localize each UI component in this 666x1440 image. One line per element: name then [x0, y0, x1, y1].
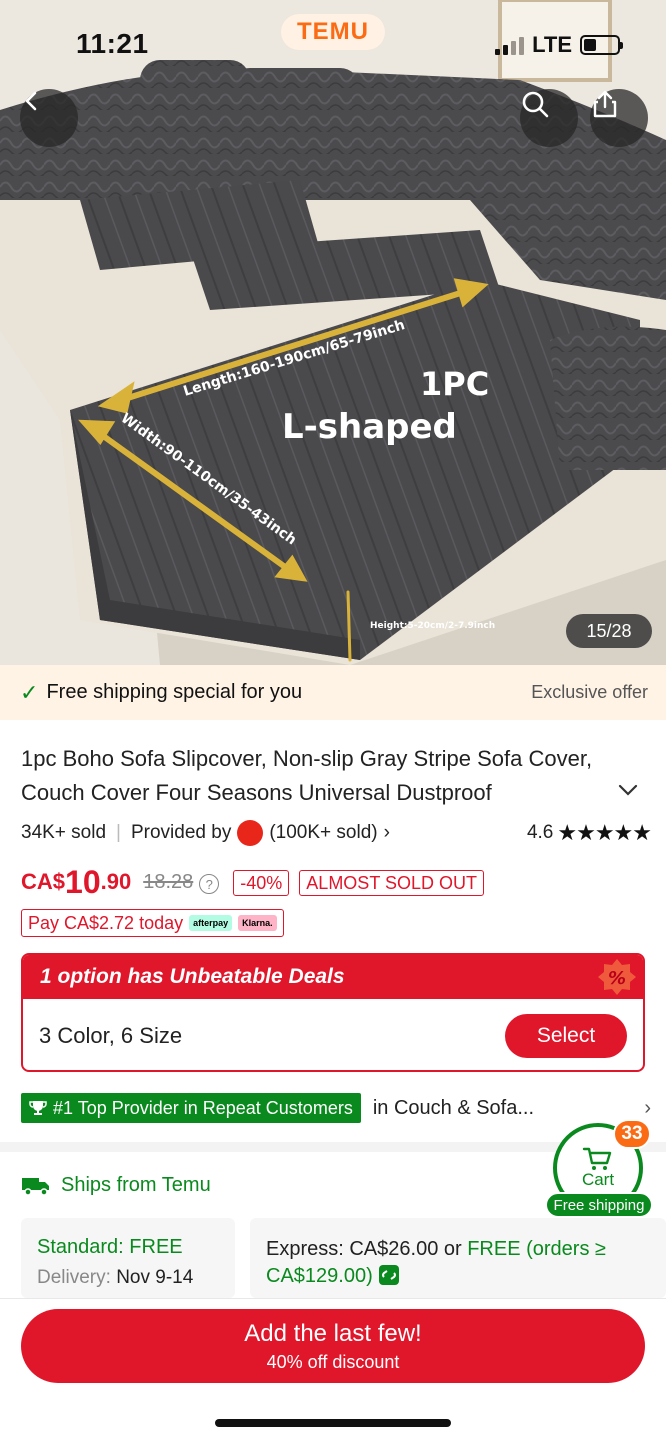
cart-icon	[582, 1147, 612, 1170]
delivery-label: Delivery:	[37, 1267, 111, 1288]
store-sold-count[interactable]: (100K+ sold)	[269, 822, 377, 844]
top-provider-badge: #1 Top Provider in Repeat Customers	[21, 1093, 361, 1123]
ships-from-text: Ships from Temu	[61, 1174, 211, 1196]
price-row: CA$ 10 .90 18.28 ? -40% ALMOST SOLD OUT	[21, 860, 494, 900]
standard-shipping-label: Standard: FREE	[37, 1236, 183, 1258]
afterpay-logo: afterpay	[189, 915, 233, 931]
product-title: 1pc Boho Sofa Slipcover, Non-slip Gray S…	[21, 746, 593, 805]
temu-logo: TEMU	[281, 14, 385, 50]
delivery-row: Delivery: Nov 9-14	[37, 1267, 219, 1289]
signal-icon	[495, 35, 525, 55]
standard-shipping-card[interactable]: Standard: FREE Delivery: Nov 9-14	[21, 1218, 235, 1298]
status-indicators: LTE	[495, 32, 623, 58]
image-counter: 15/28	[566, 614, 652, 648]
discount-tag: -40%	[233, 870, 290, 896]
original-price: 18.28	[143, 871, 194, 893]
free-shipping-banner[interactable]: ✓ Free shipping special for you Exclusiv…	[0, 665, 666, 720]
category-text: in Couch & Sofa...	[372, 1096, 535, 1119]
price-main: 10	[65, 864, 101, 900]
chevron-right-icon: ›	[644, 1096, 651, 1119]
price-decimal: .90	[100, 869, 132, 894]
truck-icon	[22, 1177, 49, 1196]
product-image-gallery[interactable]: Length:160-190cm/65-79inch Width:90-110c…	[0, 0, 666, 665]
cart-label: Cart	[581, 1170, 615, 1189]
cart-free-shipping-badge: Free shipping	[545, 1192, 653, 1218]
status-time: 11:21	[76, 28, 149, 59]
option-summary: 3 Color, 6 Size	[39, 1022, 183, 1048]
cart-count-badge: 33	[613, 1119, 651, 1149]
bottom-bar: Add the last few! 40% off discount	[0, 1298, 666, 1440]
provided-by-label: Provided by	[130, 822, 232, 843]
pay-later-box[interactable]: Pay CA$2.72 today afterpay Klarna.	[21, 909, 284, 937]
express-price: Express: CA$26.00 or	[266, 1238, 468, 1260]
stock-tag: ALMOST SOLD OUT	[299, 870, 484, 896]
ships-from-row: Ships from Temu	[21, 1174, 211, 1197]
add-to-cart-button[interactable]: Add the last few! 40% off discount	[21, 1309, 645, 1383]
delivery-dates: Nov 9-14	[116, 1267, 194, 1288]
top-provider-text: #1 Top Provider in Repeat Customers	[53, 1097, 353, 1118]
share-button[interactable]	[590, 89, 648, 147]
rating-value: 4.6	[526, 822, 554, 843]
percent-badge-icon: %	[598, 959, 636, 995]
deals-option-row[interactable]: 3 Color, 6 Size Select	[23, 999, 643, 1070]
search-button[interactable]	[520, 89, 578, 147]
add-to-cart-label: Add the last few!	[244, 1319, 422, 1347]
select-button[interactable]: Select	[505, 1013, 627, 1058]
top-provider-row[interactable]: #1 Top Provider in Repeat Customers in C…	[21, 1093, 651, 1123]
free-shipping-text: Free shipping special for you	[46, 681, 303, 703]
exclusive-offer-text: Exclusive offer	[531, 682, 648, 702]
network-type: LTE	[532, 32, 572, 57]
product-title-block[interactable]: 1pc Boho Sofa Slipcover, Non-slip Gray S…	[21, 742, 601, 810]
question-icon[interactable]: ?	[199, 874, 220, 894]
check-icon: ✓	[20, 679, 39, 705]
chevron-left-icon	[25, 91, 37, 111]
express-shipping-card[interactable]: Express: CA$26.00 or FREE (orders ≥ CA$1…	[250, 1218, 666, 1298]
chevron-down-icon[interactable]	[616, 778, 640, 802]
height-label: Height:5-20cm/2-7.9inch	[370, 621, 495, 631]
klarna-logo: Klarna.	[238, 915, 277, 931]
store-avatar[interactable]	[237, 820, 264, 846]
deals-header-text: 1 option has Unbeatable Deals	[40, 965, 345, 988]
rating[interactable]: 4.6 ★★★★★	[526, 820, 652, 846]
share-icon	[593, 90, 617, 118]
link-icon	[379, 1265, 400, 1285]
price-currency: CA$	[21, 869, 66, 894]
home-indicator[interactable]	[215, 1419, 451, 1427]
sold-count: 34K+ sold	[21, 822, 107, 843]
add-to-cart-sublabel: 40% off discount	[266, 1351, 400, 1372]
search-icon	[522, 91, 549, 118]
pay-today-text: Pay CA$2.72 today	[28, 912, 184, 933]
express-shipping-text: Express: CA$26.00 or FREE (orders ≥ CA$1…	[266, 1236, 650, 1290]
overlay-title-2: L-shaped	[282, 407, 457, 447]
svg-text:%: %	[608, 968, 626, 989]
back-button[interactable]	[20, 89, 78, 147]
battery-icon	[580, 35, 623, 55]
deals-box: 1 option has Unbeatable Deals % 3 Color,…	[21, 953, 645, 1072]
deals-header: 1 option has Unbeatable Deals %	[23, 955, 643, 999]
product-meta-row: 34K+ sold | Provided by (100K+ sold) › 4…	[21, 820, 652, 846]
trophy-icon	[29, 1101, 47, 1115]
overlay-title-1: 1PC	[420, 365, 489, 403]
star-rating-icon: ★★★★★	[557, 820, 652, 845]
chevron-right-icon[interactable]: ›	[384, 822, 390, 844]
